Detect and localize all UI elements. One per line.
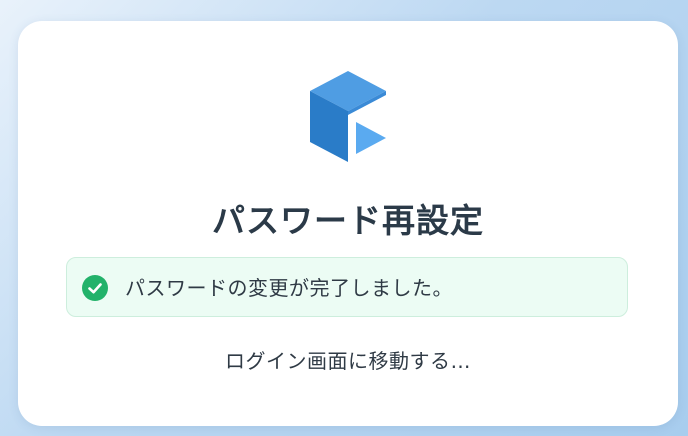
redirect-status-text: ログイン画面に移動する… [225, 349, 471, 373]
page-title: パスワード再設定 [212, 201, 484, 240]
check-circle-icon [82, 275, 108, 301]
success-alert: パスワードの変更が完了しました。 [66, 257, 628, 317]
success-message: パスワードの変更が完了しました。 [125, 276, 453, 300]
brand-logo-icon [310, 71, 390, 166]
password-reset-card: パスワード再設定 パスワードの変更が完了しました。 ログイン画面に移動する… [18, 21, 678, 426]
